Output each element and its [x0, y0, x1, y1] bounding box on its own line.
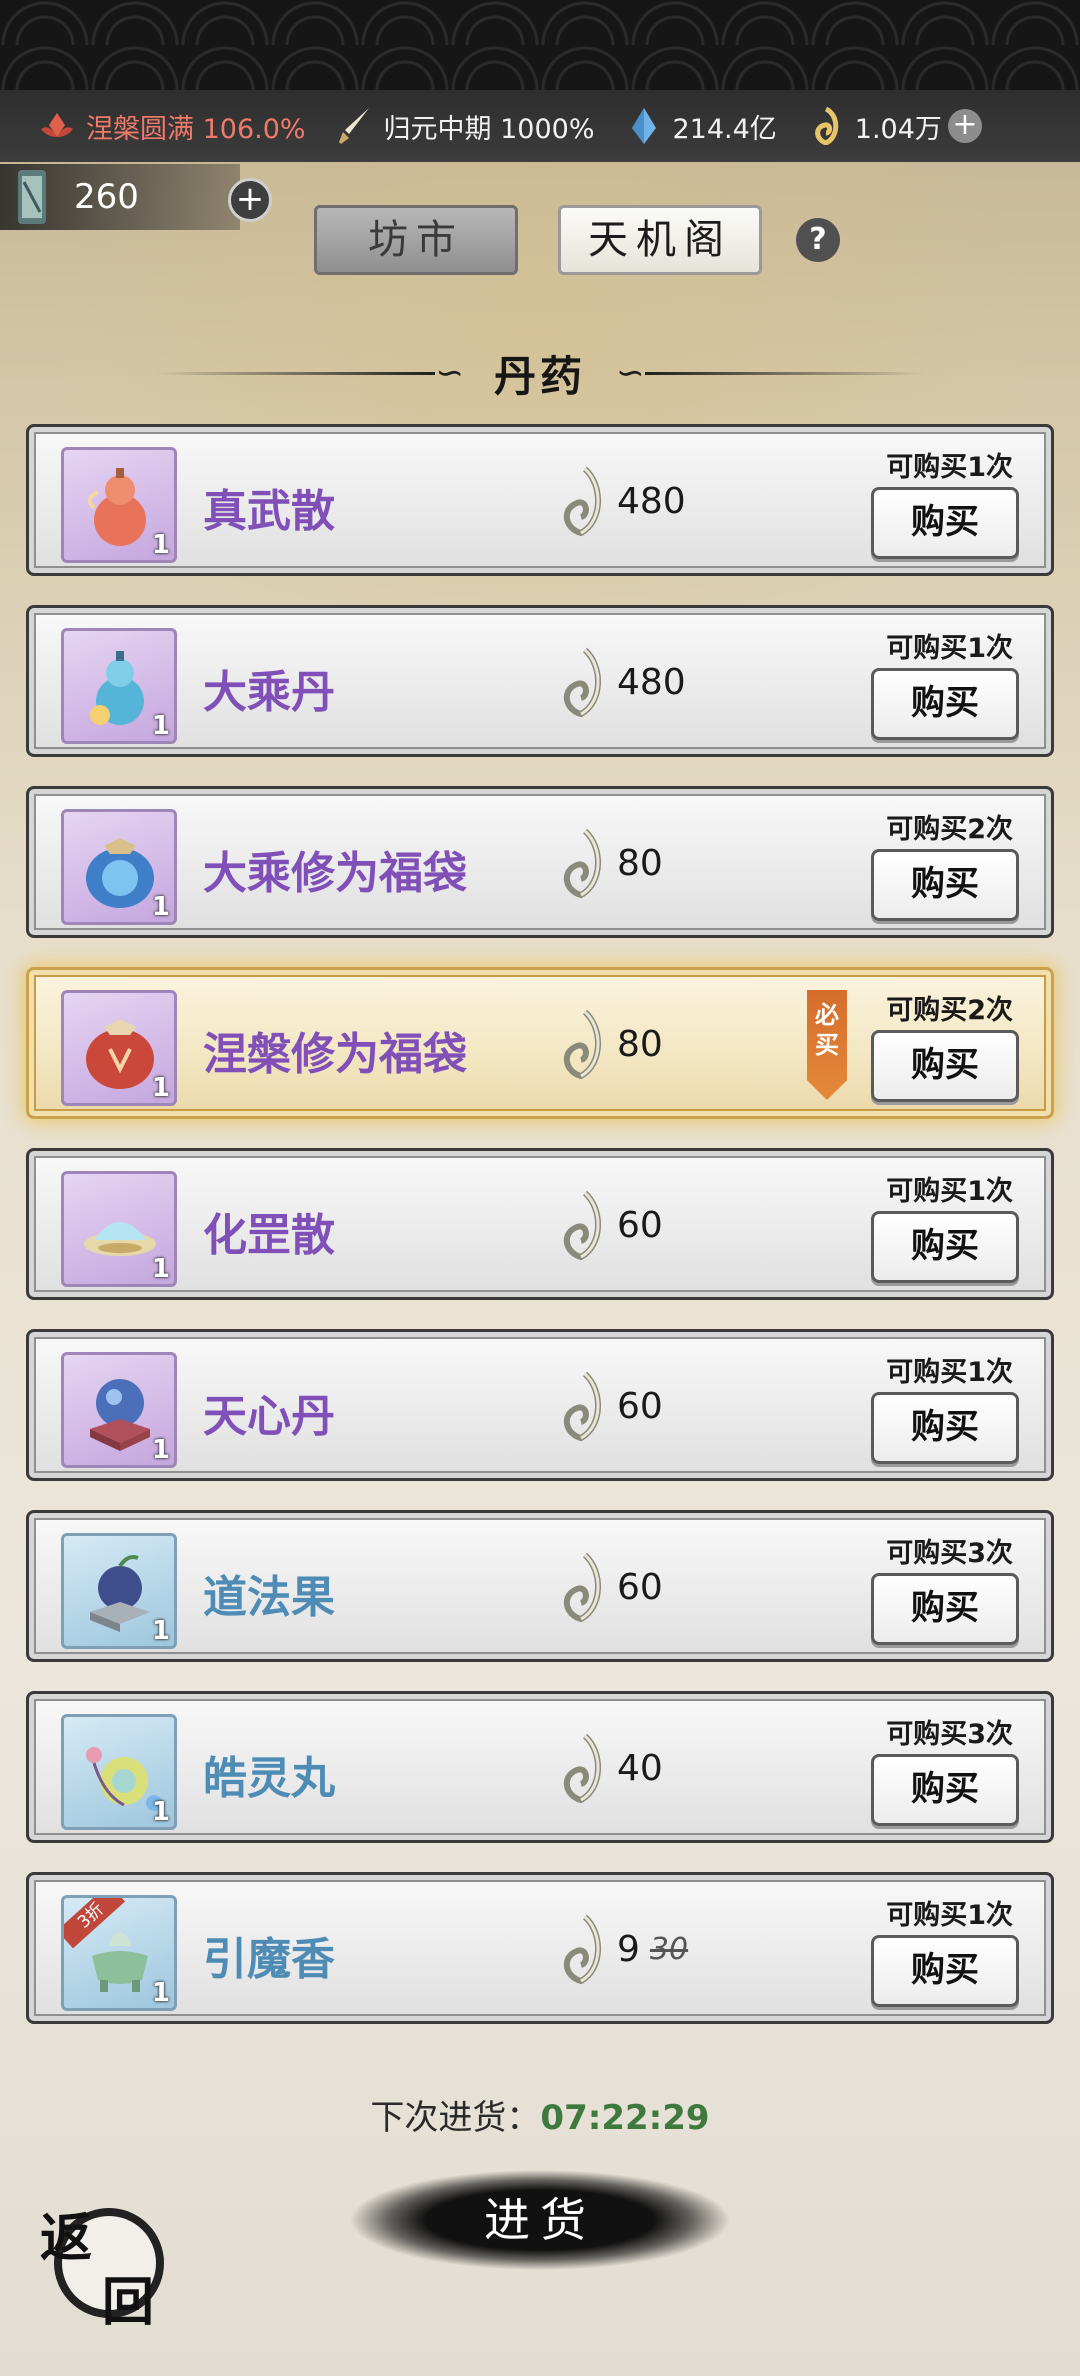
buy-button[interactable]: 购买	[871, 1573, 1019, 1645]
item-name: 皓灵丸	[203, 1753, 335, 1804]
item-list: 1 真武散 480 可购买1次 购买 1 大乘丹 480 可购买1次 购买 1 …	[26, 424, 1054, 2053]
shop-item: 1 天心丹 60 可购买1次 购买	[26, 1329, 1054, 1481]
restock-timer: 下次进货：07:22:29	[0, 2090, 1080, 2139]
sword-icon	[334, 105, 376, 147]
restock-time: 07:22:29	[540, 2098, 710, 2138]
purchase-limit: 可购买3次	[886, 1719, 1013, 1750]
shop-item-featured: 1 涅槃修为福袋 80 必买 可购买2次 购买	[26, 967, 1054, 1119]
original-price: 30	[649, 1931, 689, 1967]
shop-item: 1 真武散 480 可购买1次 购买	[26, 424, 1054, 576]
ornament-right: ∽	[616, 353, 645, 393]
buy-button[interactable]: 购买	[871, 487, 1019, 559]
jade-swirl-icon	[564, 828, 601, 899]
crystal-icon	[623, 105, 665, 147]
buy-button[interactable]: 购买	[871, 1030, 1019, 1102]
buy-button[interactable]: 购买	[871, 1935, 1019, 2007]
jade-swirl-icon	[805, 105, 847, 147]
item-name: 真武散	[203, 486, 335, 537]
item-name: 大乘丹	[203, 667, 335, 718]
shop-item: 1 大乘丹 480 可购买1次 购买	[26, 605, 1054, 757]
jade-currency-stat: 1.04万 +	[805, 105, 982, 147]
purchase-limit: 可购买2次	[886, 814, 1013, 845]
jade-swirl-icon	[564, 1190, 601, 1261]
realm-stat: 涅槃圆满 106.0%	[36, 105, 306, 147]
item-icon-frame: 3折 1	[61, 1895, 177, 2011]
item-price: 40	[555, 1732, 663, 1804]
help-button[interactable]: ?	[796, 218, 840, 262]
jade-swirl-icon	[564, 1914, 601, 1985]
item-price: 60	[555, 1370, 663, 1442]
item-icon-frame: 1	[61, 628, 177, 744]
purchase-limit: 可购买1次	[886, 1176, 1013, 1207]
jade-swirl-icon	[564, 466, 601, 537]
item-price: 480	[555, 465, 686, 537]
purchase-limit: 可购买1次	[886, 1900, 1013, 1931]
jade-swirl-icon	[564, 647, 601, 718]
scroll-icon	[18, 170, 46, 224]
purchase-limit: 可购买1次	[886, 1357, 1013, 1388]
shop-item: 1 皓灵丸 40 可购买3次 购买	[26, 1691, 1054, 1843]
divider-left	[155, 371, 436, 375]
spirit-stone-stat: 214.4亿	[623, 105, 777, 147]
buy-button[interactable]: 购买	[871, 668, 1019, 740]
item-icon-frame: 1	[61, 1714, 177, 1830]
shop-item: 1 大乘修为福袋 80 可购买2次 购买	[26, 786, 1054, 938]
shop-item: 1 化罡散 60 可购买1次 购买	[26, 1148, 1054, 1300]
item-name: 引魔香	[203, 1934, 335, 1985]
item-price: 60	[555, 1551, 663, 1623]
back-button[interactable]: 返 回	[40, 2196, 170, 2333]
purchase-limit: 可购买1次	[886, 452, 1013, 483]
item-icon-frame: 1	[61, 1171, 177, 1287]
tab-tianji[interactable]: 天机阁	[558, 205, 762, 275]
item-icon-frame: 1	[61, 1352, 177, 1468]
scroll-counter: 260	[0, 164, 240, 230]
cultivation-stat: 归元中期 1000%	[334, 105, 595, 147]
item-icon-frame: 1	[61, 809, 177, 925]
jade-swirl-icon	[564, 1733, 601, 1804]
jade-swirl-icon	[564, 1552, 601, 1623]
item-name: 天心丹	[203, 1391, 335, 1442]
divider-right	[644, 371, 925, 375]
purchase-limit: 可购买1次	[886, 633, 1013, 664]
item-name: 大乘修为福袋	[203, 848, 467, 899]
item-price: 9 30	[555, 1913, 688, 1985]
resource-bar: 涅槃圆满 106.0% 归元中期 1000% 214.4亿 1.04万 +	[0, 90, 1080, 162]
item-name: 涅槃修为福袋	[203, 1029, 467, 1080]
buy-button[interactable]: 购买	[871, 1211, 1019, 1283]
item-icon-frame: 1	[61, 447, 177, 563]
buy-button[interactable]: 购买	[871, 849, 1019, 921]
purchase-limit: 可购买3次	[886, 1538, 1013, 1569]
top-decor-band	[0, 0, 1080, 90]
lotus-icon	[36, 105, 78, 147]
section-title: 丹药	[493, 351, 586, 401]
restock-button[interactable]: 进货	[350, 2170, 730, 2270]
restock-label: 下次进货：	[370, 2098, 541, 2138]
purchase-limit: 可购买2次	[886, 995, 1013, 1026]
buy-button[interactable]: 购买	[871, 1754, 1019, 1826]
item-price: 480	[555, 646, 686, 718]
jade-swirl-icon	[564, 1009, 601, 1080]
add-currency-button[interactable]: +	[947, 109, 982, 143]
section-header: ∽ 丹药 ∽	[0, 338, 1080, 408]
add-scroll-button[interactable]: +	[228, 178, 272, 222]
item-price: 80	[555, 827, 663, 899]
tab-market[interactable]: 坊市	[314, 205, 518, 275]
shop-item: 1 道法果 60 可购买3次 购买	[26, 1510, 1054, 1662]
item-price: 60	[555, 1189, 663, 1261]
jade-swirl-icon	[564, 1371, 601, 1442]
item-price: 80	[555, 1008, 663, 1080]
shop-item: 3折 1 引魔香 9 30 可购买1次 购买	[26, 1872, 1054, 2024]
item-name: 化罡散	[203, 1210, 335, 1261]
item-icon-frame: 1	[61, 990, 177, 1106]
item-name: 道法果	[203, 1572, 335, 1623]
ornament-left: ∽	[435, 353, 464, 393]
item-icon-frame: 1	[61, 1533, 177, 1649]
must-buy-tag: 必买	[807, 990, 847, 1100]
buy-button[interactable]: 购买	[871, 1392, 1019, 1464]
